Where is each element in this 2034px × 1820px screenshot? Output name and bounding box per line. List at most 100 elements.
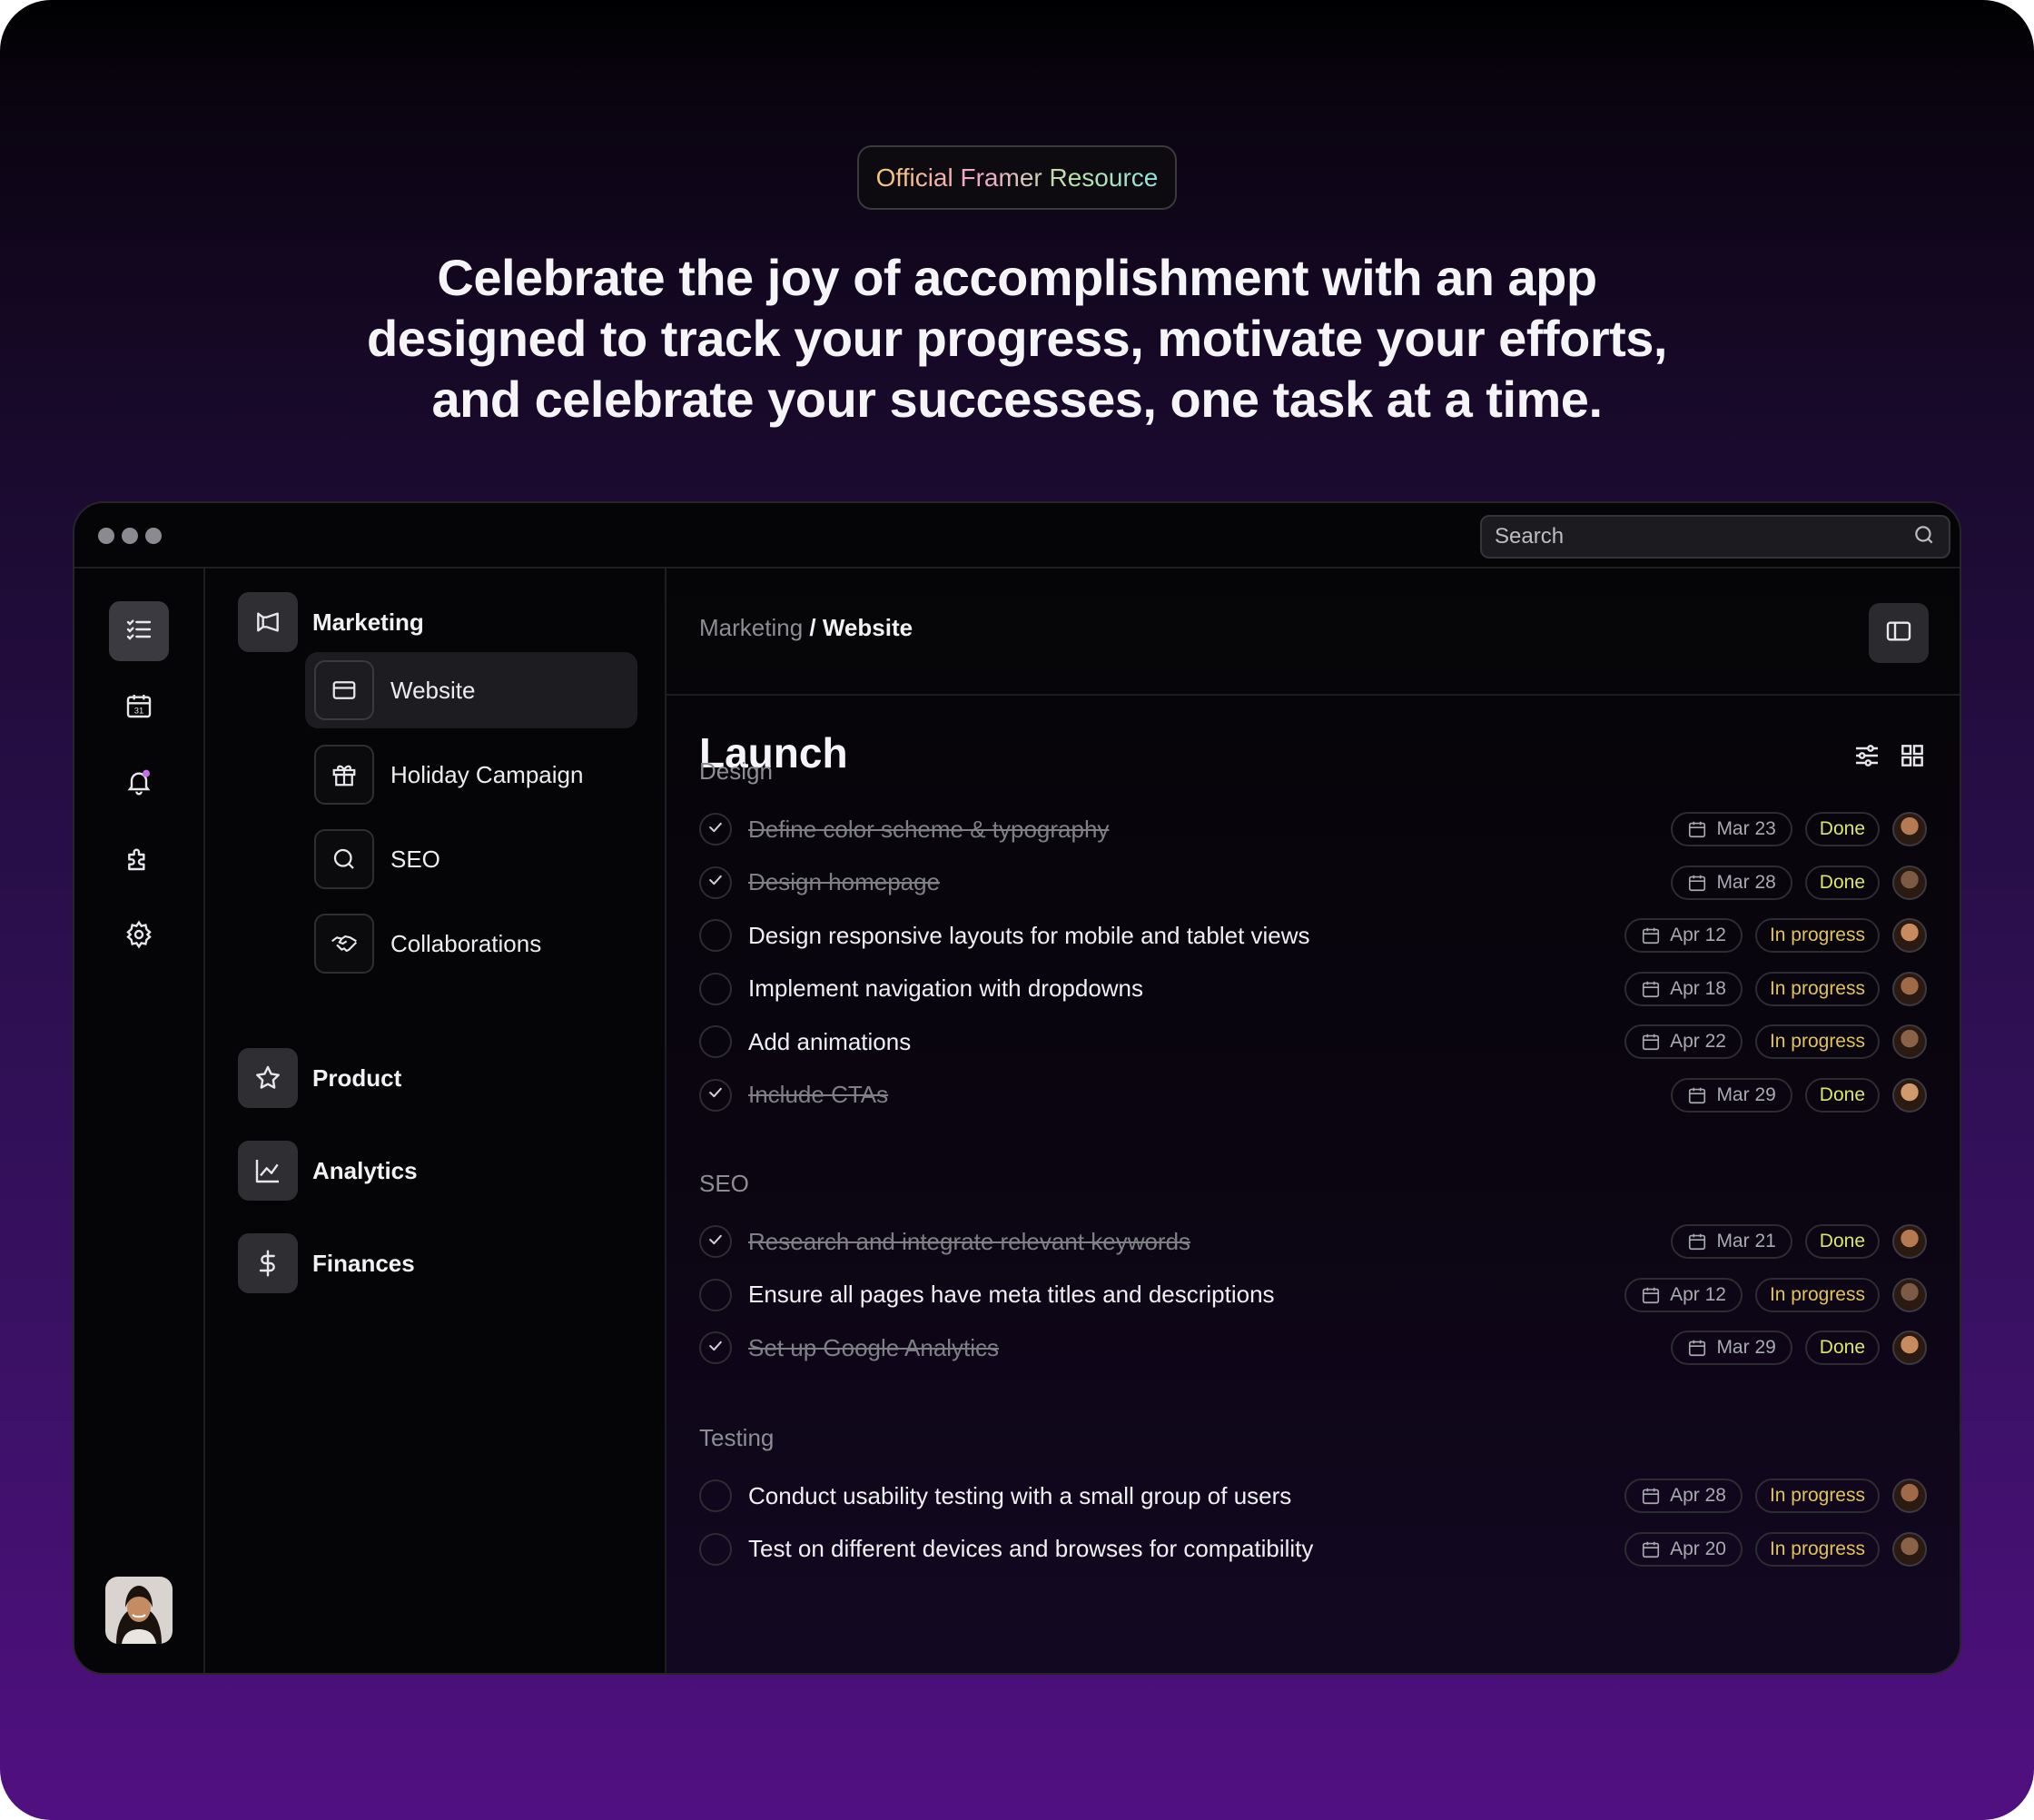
due-date-label: Mar 29	[1716, 1337, 1776, 1358]
assignee-avatar[interactable]	[1892, 812, 1927, 846]
assignee-avatar[interactable]	[1892, 865, 1927, 900]
task-checkbox[interactable]	[699, 813, 732, 846]
window-controls	[98, 528, 162, 544]
integrations-rail-button[interactable]	[109, 830, 169, 890]
task-row[interactable]: Add animations Apr 22 In progress	[699, 1015, 1927, 1068]
task-checkbox[interactable]	[699, 1532, 732, 1566]
due-date-chip[interactable]: Apr 22	[1624, 1024, 1743, 1059]
nav-group-marketing[interactable]: Marketing	[238, 592, 424, 652]
status-badge[interactable]: In progress	[1754, 1277, 1880, 1312]
task-checkbox[interactable]	[699, 1025, 732, 1058]
nav-item-website[interactable]: Website	[305, 652, 637, 728]
breadcrumb-separator: /	[809, 614, 816, 641]
content-header: Marketing / Website	[666, 569, 1960, 696]
status-badge[interactable]: In progress	[1754, 1024, 1880, 1059]
nav-group-label: Product	[312, 1063, 402, 1092]
headline-line: and celebrate your successes, one task a…	[431, 371, 1603, 428]
status-badge[interactable]: In progress	[1754, 971, 1880, 1006]
task-row[interactable]: Set up Google Analytics Mar 29 Done	[699, 1321, 1927, 1374]
assignee-avatar[interactable]	[1892, 1224, 1927, 1259]
nav-group-finances[interactable]: Finances	[238, 1233, 415, 1293]
tasks-rail-button[interactable]	[109, 601, 169, 661]
task-checkbox[interactable]	[699, 865, 732, 899]
nav-group-label: Analytics	[312, 1156, 418, 1184]
task-row[interactable]: Design homepage Mar 28 Done	[699, 856, 1927, 909]
filter-sliders-icon[interactable]	[1852, 741, 1881, 775]
hero-headline: Celebrate the joy of accomplishment with…	[272, 247, 1762, 430]
task-row[interactable]: Implement navigation with dropdowns Apr 1…	[699, 963, 1927, 1015]
task-checkbox[interactable]	[699, 972, 732, 1005]
due-date-chip[interactable]: Apr 18	[1624, 971, 1743, 1006]
minimize-window-dot[interactable]	[122, 528, 138, 544]
nav-item-label: Website	[390, 676, 476, 704]
assignee-avatar[interactable]	[1892, 971, 1927, 1006]
assignee-avatar[interactable]	[1892, 1077, 1927, 1113]
search-box[interactable]	[1480, 515, 1950, 559]
status-badge[interactable]: In progress	[1754, 918, 1880, 953]
breadcrumb-current: Website	[822, 614, 913, 641]
due-date-chip[interactable]: Mar 21	[1671, 1224, 1792, 1259]
task-checkbox[interactable]	[699, 919, 732, 952]
breadcrumb-parent[interactable]: Marketing	[699, 614, 803, 641]
nav-item-holiday-campaign[interactable]: Holiday Campaign	[305, 737, 637, 813]
task-row[interactable]: Test on different devices and browses fo…	[699, 1523, 1927, 1576]
settings-rail-button[interactable]	[109, 906, 169, 966]
assignee-avatar[interactable]	[1892, 1531, 1927, 1567]
nav-item-collaborations[interactable]: Collaborations	[305, 905, 637, 982]
task-checkbox[interactable]	[699, 1225, 732, 1258]
task-checkbox[interactable]	[699, 1278, 732, 1311]
status-badge[interactable]: In progress	[1754, 1479, 1880, 1513]
status-badge[interactable]: Done	[1804, 1330, 1880, 1365]
status-badge[interactable]: Done	[1804, 1224, 1880, 1259]
task-row[interactable]: Ensure all pages have meta titles and de…	[699, 1269, 1927, 1321]
notifications-rail-button[interactable]	[109, 754, 169, 814]
grid-view-icon[interactable]	[1898, 741, 1927, 775]
status-badge[interactable]: Done	[1804, 1077, 1880, 1113]
task-row[interactable]: Define color scheme & typography Mar 23 Do…	[699, 803, 1927, 856]
task-checkbox[interactable]	[699, 1479, 732, 1512]
calendar-icon: 31	[124, 691, 153, 725]
task-row[interactable]: Research and integrate relevant keywords…	[699, 1215, 1927, 1268]
due-date-chip[interactable]: Mar 29	[1671, 1077, 1792, 1113]
task-checkbox[interactable]	[699, 1078, 732, 1112]
close-window-dot[interactable]	[98, 528, 114, 544]
line-chart-icon	[238, 1141, 298, 1201]
task-title: Design responsive layouts for mobile and…	[748, 921, 1310, 949]
toggle-sidebar-button[interactable]	[1869, 603, 1929, 663]
icon-rail: 31	[74, 569, 205, 1673]
task-row[interactable]: Include CTAs Mar 29 Done	[699, 1069, 1927, 1122]
official-resource-badge[interactable]: Official Framer Resource	[857, 145, 1177, 210]
due-date-chip[interactable]: Apr 12	[1624, 1277, 1743, 1312]
task-title: Set up Google Analytics	[748, 1333, 1000, 1361]
due-date-chip[interactable]: Mar 28	[1671, 865, 1792, 900]
due-date-chip[interactable]: Apr 20	[1624, 1531, 1743, 1567]
due-date-chip[interactable]: Apr 12	[1624, 918, 1743, 953]
task-checkbox[interactable]	[699, 1331, 732, 1364]
assignee-avatar[interactable]	[1892, 1479, 1927, 1513]
due-date-chip[interactable]: Mar 23	[1671, 812, 1792, 846]
due-date-chip[interactable]: Mar 29	[1671, 1330, 1792, 1365]
user-avatar[interactable]	[105, 1577, 173, 1644]
calendar-rail-button[interactable]: 31	[109, 678, 169, 737]
calendar-icon	[1687, 873, 1707, 893]
status-badge[interactable]: Done	[1804, 812, 1880, 846]
nav-group-analytics[interactable]: Analytics	[238, 1141, 418, 1201]
status-badge[interactable]: In progress	[1754, 1531, 1880, 1567]
status-badge[interactable]: Done	[1804, 865, 1880, 900]
assignee-avatar[interactable]	[1892, 1330, 1927, 1365]
calendar-icon	[1641, 925, 1661, 945]
nav-item-seo[interactable]: SEO	[305, 821, 637, 897]
due-date-chip[interactable]: Apr 28	[1624, 1479, 1743, 1513]
maximize-window-dot[interactable]	[145, 528, 162, 544]
nav-group-product[interactable]: Product	[238, 1048, 401, 1108]
task-title: Ensure all pages have meta titles and de…	[748, 1281, 1275, 1308]
search-icon[interactable]	[1912, 523, 1936, 551]
search-input[interactable]	[1495, 524, 1912, 549]
assignee-avatar[interactable]	[1892, 1277, 1927, 1312]
assignee-avatar[interactable]	[1892, 918, 1927, 953]
section-title: SEO	[699, 1170, 749, 1197]
task-row[interactable]: Design responsive layouts for mobile and…	[699, 909, 1927, 962]
task-row[interactable]: Conduct usability testing with a small g…	[699, 1469, 1927, 1522]
due-date-label: Mar 23	[1716, 818, 1776, 839]
assignee-avatar[interactable]	[1892, 1024, 1927, 1059]
